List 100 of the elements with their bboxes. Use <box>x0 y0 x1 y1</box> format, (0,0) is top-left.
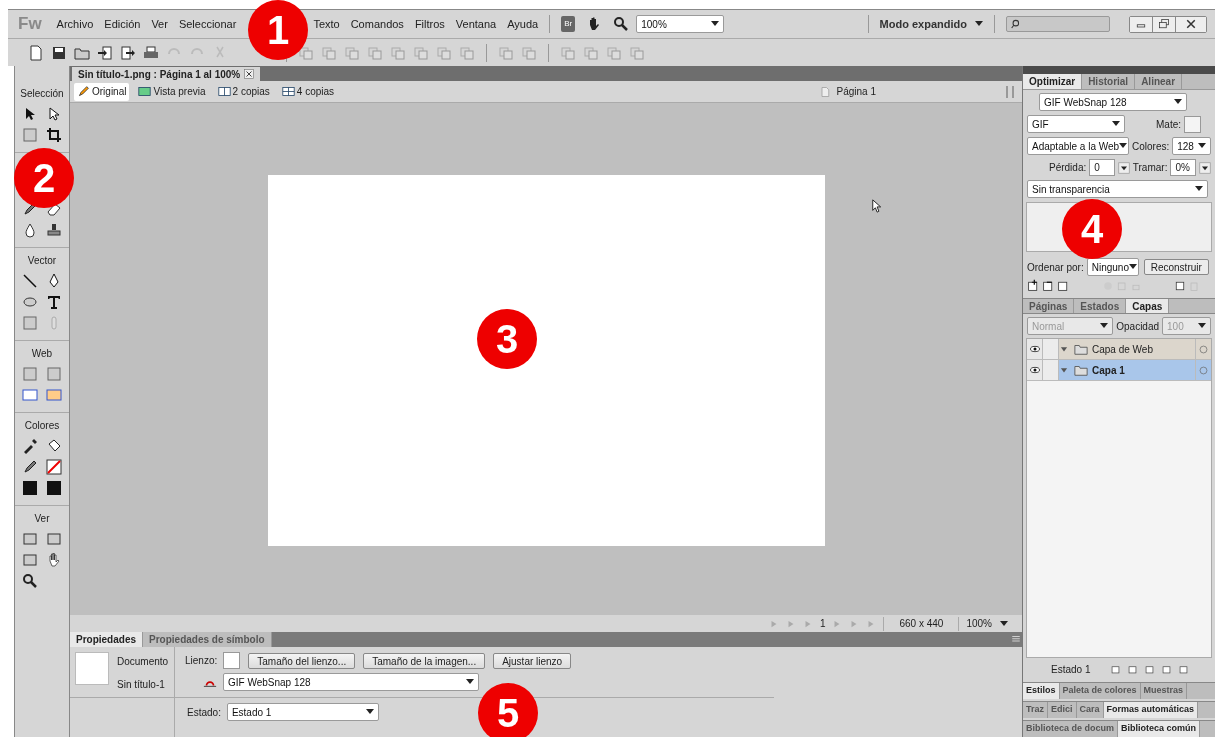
menu-item[interactable]: Edición <box>104 15 141 33</box>
document-tab[interactable]: Sin título-1.png : Página 1 al 100% <box>72 67 261 81</box>
state-dropdown[interactable]: Estado 1 <box>226 703 379 721</box>
menu-item[interactable]: Seleccionar <box>178 15 237 33</box>
dialog-button[interactable]: Tamaño de la imagen... <box>363 652 486 669</box>
loss-field[interactable]: 0 <box>1089 159 1115 176</box>
new-item-icon[interactable] <box>1174 279 1186 292</box>
canvas-color-swatch[interactable] <box>223 652 241 669</box>
eyedropper-icon[interactable] <box>22 438 38 454</box>
hand-icon[interactable] <box>46 552 62 568</box>
crop-icon[interactable] <box>46 127 62 143</box>
eye-icon[interactable] <box>1028 343 1041 355</box>
subselect-icon[interactable] <box>46 106 62 122</box>
restore-icon <box>1158 18 1170 30</box>
line-icon[interactable] <box>22 273 38 289</box>
new-document-icon[interactable] <box>28 44 44 61</box>
panel-tab[interactable]: Cara <box>1076 702 1104 718</box>
zoom-icon[interactable] <box>22 573 38 589</box>
edit-color-icon[interactable] <box>1057 279 1070 292</box>
tools-section-label: Web <box>31 347 53 361</box>
panel-tab[interactable]: Optimizar <box>1023 74 1083 89</box>
caret-icon <box>1128 264 1137 270</box>
view-tab[interactable]: Vista previa <box>135 82 209 101</box>
format-dropdown[interactable]: GIF <box>1027 115 1125 133</box>
preset-dropdown[interactable]: GIF WebSnap 128 <box>1039 93 1187 111</box>
show-slices-icon[interactable] <box>46 387 62 403</box>
dialog-button[interactable]: Ajustar lienzo <box>493 652 572 669</box>
field-label: Ordenar por: <box>1027 260 1084 275</box>
panel-tab[interactable]: Estilos <box>1023 683 1060 699</box>
menu-item[interactable]: Archivo <box>56 15 94 33</box>
view-tab[interactable]: Original <box>74 82 130 101</box>
layer-name: Capa 1 <box>1092 363 1125 378</box>
menu-item[interactable]: Texto <box>313 15 340 33</box>
menu-item[interactable]: Filtros <box>414 15 445 33</box>
layer-row[interactable]: Capa 1 <box>1027 360 1211 381</box>
workspace-switcher[interactable]: Modo expandido <box>879 15 983 33</box>
blur-icon[interactable] <box>22 222 38 238</box>
layer-row[interactable]: Capa de Web <box>1027 339 1211 360</box>
view-tab[interactable]: 2 copias <box>214 82 273 101</box>
restore-button[interactable] <box>1153 16 1176 32</box>
eye-icon[interactable] <box>1028 364 1041 376</box>
matte-swatch[interactable] <box>1184 115 1201 133</box>
menu-item[interactable]: Ver <box>151 15 168 33</box>
palette-dropdown[interactable]: Adaptable a la Web <box>1027 137 1129 155</box>
panel-tab[interactable]: Biblioteca de docum <box>1023 721 1118 737</box>
rebuild-button[interactable]: Reconstruir <box>1143 259 1209 275</box>
no-stroke-icon[interactable] <box>46 459 62 475</box>
panel-tab[interactable]: Traz <box>1023 702 1048 718</box>
dither-field[interactable]: 0% <box>1170 159 1196 176</box>
ellipse-icon[interactable] <box>22 294 38 310</box>
image-size[interactable]: 660 x 440 <box>891 616 952 631</box>
close-icon[interactable] <box>244 69 255 79</box>
import-icon[interactable] <box>97 44 113 61</box>
panel-tab[interactable]: Edici <box>1048 702 1077 718</box>
fill-color-icon[interactable] <box>46 480 62 496</box>
stamp-icon[interactable] <box>46 222 62 238</box>
text-tool-icon[interactable] <box>46 294 62 310</box>
field-label: Pérdida: <box>1049 161 1087 175</box>
tools-section-label: Colores <box>24 419 60 433</box>
panel-tab[interactable]: Biblioteca común <box>1118 721 1201 737</box>
export-icon[interactable] <box>120 44 136 61</box>
bridge-button[interactable]: Br <box>561 16 576 32</box>
hide-slices-icon[interactable] <box>22 387 38 403</box>
sort-dropdown[interactable]: Ninguno <box>1086 258 1139 276</box>
printer-icon[interactable] <box>143 44 159 61</box>
zoom-dropdown[interactable]: 100% <box>966 616 1008 631</box>
pencil-icon[interactable] <box>22 459 38 475</box>
expand-triangle-icon[interactable] <box>1059 365 1069 375</box>
preset-dropdown[interactable]: GIF WebSnap 128 <box>223 673 479 691</box>
remove-color-icon[interactable] <box>1042 279 1055 292</box>
add-color-icon[interactable] <box>1027 279 1040 292</box>
expand-triangle-icon[interactable] <box>1059 344 1069 354</box>
transparency-dropdown[interactable]: Sin transparencia <box>1027 180 1208 198</box>
bucket-icon[interactable] <box>46 438 62 454</box>
panel-tab[interactable]: Propiedades <box>70 632 144 647</box>
object-type: Documento <box>117 655 169 669</box>
menu-item[interactable]: Ayuda <box>507 15 539 33</box>
view-tab[interactable]: 4 copias <box>278 82 338 101</box>
menu-item[interactable]: Ventana <box>455 15 497 33</box>
panel-tab[interactable]: Formas automáticas <box>1103 702 1199 718</box>
caret-icon <box>711 21 720 27</box>
field-label: Tramar: <box>1132 161 1168 175</box>
menu-item[interactable]: Comandos <box>350 15 404 33</box>
save-icon[interactable] <box>51 44 67 61</box>
panel-tab[interactable]: Propiedades de símbolo <box>143 632 272 647</box>
dialog-button[interactable]: Tamaño del lienzo... <box>248 652 356 669</box>
close-button[interactable] <box>1176 16 1206 32</box>
colors-dropdown[interactable]: 128 <box>1172 137 1211 155</box>
caret-icon <box>365 709 374 715</box>
caret-icon <box>466 679 474 685</box>
caret-icon <box>1198 323 1206 329</box>
caret-icon <box>1119 143 1128 149</box>
fill-color-icon[interactable] <box>22 480 38 496</box>
panel-tab[interactable]: Capas <box>1126 299 1170 313</box>
minimize-button[interactable] <box>1130 16 1153 32</box>
search-field[interactable] <box>1006 16 1110 32</box>
zoom-dropdown[interactable]: 100% <box>636 15 725 33</box>
folder-icon <box>1073 342 1089 356</box>
close-icon <box>1185 18 1197 30</box>
search-icon[interactable] <box>613 16 630 32</box>
